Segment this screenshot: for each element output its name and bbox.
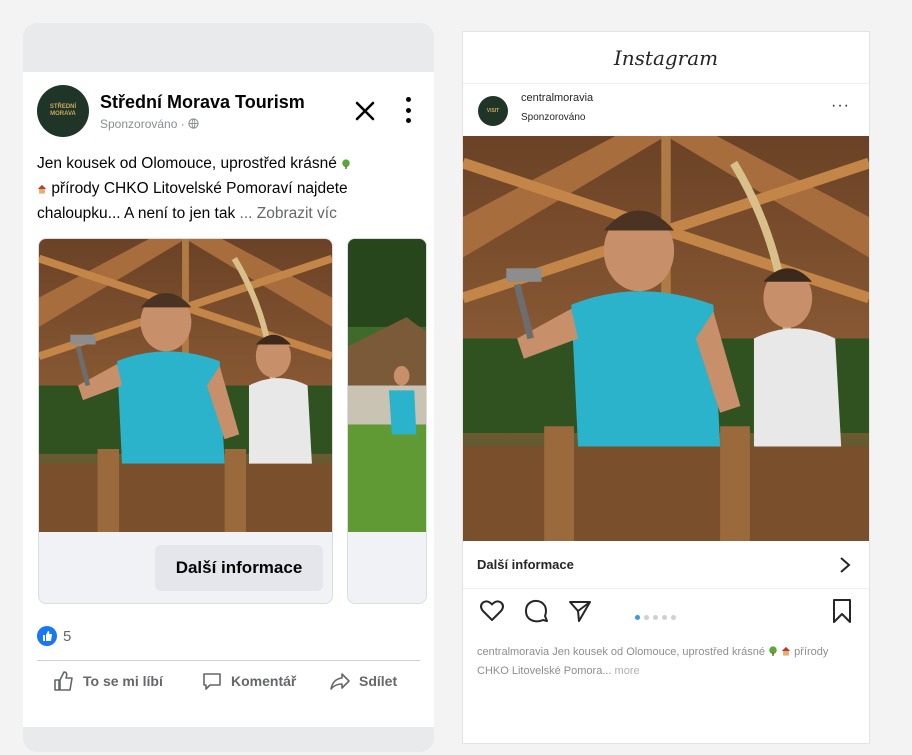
more-options-icon[interactable]: ··· xyxy=(831,97,850,115)
learn-more-button[interactable]: Další informace xyxy=(155,545,323,591)
reactions-count: 5 xyxy=(63,627,72,645)
reactions-summary[interactable]: 5 xyxy=(37,626,71,646)
carousel-card[interactable] xyxy=(347,238,427,604)
tree-emoji-icon xyxy=(342,159,350,169)
like-label: To se mi líbí xyxy=(83,673,163,689)
page-avatar[interactable]: STŘEDNÍ MORAVA xyxy=(37,85,89,137)
carousel-indicator xyxy=(635,615,676,620)
caption-more-link[interactable]: more xyxy=(612,665,640,677)
share-label: Sdílet xyxy=(359,673,398,689)
carousel-dot xyxy=(644,615,649,620)
share-icon xyxy=(330,673,350,690)
carousel-dot xyxy=(662,615,667,620)
more-vertical-icon[interactable] xyxy=(401,94,415,126)
like-button[interactable]: To se mi líbí xyxy=(53,670,163,692)
chevron-right-icon xyxy=(840,557,851,573)
carousel[interactable]: Další informace xyxy=(38,238,434,606)
caption-username[interactable]: centralmoravia xyxy=(477,646,549,658)
like-icon xyxy=(54,671,73,691)
heart-icon[interactable] xyxy=(479,598,505,624)
divider xyxy=(37,660,420,661)
comment-icon xyxy=(203,673,221,690)
instagram-ad-preview: Instagram VISIT centralmoravia Sponzorov… xyxy=(462,31,870,744)
ad-photo xyxy=(348,239,426,532)
share-icon[interactable] xyxy=(567,598,593,624)
carousel-dot xyxy=(671,615,676,620)
avatar-text: VISIT xyxy=(486,108,500,114)
sponsored-label: Sponzorováno xyxy=(521,112,586,123)
see-more-link[interactable]: ... Zobrazit víc xyxy=(240,205,337,222)
learn-more-label: Další informace xyxy=(477,557,574,572)
facebook-post: STŘEDNÍ MORAVA Střední Morava Tourism Sp… xyxy=(23,72,434,727)
post-text: Jen kousek od Olomouce, uprostřed krásné… xyxy=(37,151,417,226)
like-reaction-icon xyxy=(37,626,57,646)
learn-more-bar[interactable]: Další informace xyxy=(463,541,869,589)
globe-icon xyxy=(188,118,199,129)
sponsored-label: Sponzorováno · xyxy=(100,117,199,131)
avatar-text: STŘEDNÍ MORAVA xyxy=(49,104,77,117)
instagram-logo: Instagram xyxy=(463,32,869,84)
account-username[interactable]: centralmoravia xyxy=(521,92,593,104)
share-button[interactable]: Sdílet xyxy=(329,670,397,692)
carousel-dot xyxy=(635,615,640,620)
ad-photo xyxy=(39,239,332,532)
page-name[interactable]: Střední Morava Tourism xyxy=(100,92,305,113)
house-emoji-icon xyxy=(37,184,47,194)
bookmark-icon[interactable] xyxy=(831,598,853,624)
close-icon[interactable] xyxy=(350,96,380,126)
carousel-card[interactable]: Další informace xyxy=(38,238,333,604)
ad-photo xyxy=(463,136,869,541)
comment-button[interactable]: Komentář xyxy=(201,670,296,692)
account-avatar[interactable]: VISIT xyxy=(478,96,508,126)
facebook-ad-preview: STŘEDNÍ MORAVA Střední Morava Tourism Sp… xyxy=(23,23,434,752)
comment-label: Komentář xyxy=(231,673,297,689)
sponsored-text: Sponzorováno · xyxy=(100,117,189,131)
carousel-dot xyxy=(653,615,658,620)
tree-emoji-icon xyxy=(769,646,777,656)
comment-icon[interactable] xyxy=(523,598,549,624)
caption-text: Jen kousek od Olomouce, uprostřed krásné xyxy=(549,646,769,658)
post-text-part: Jen kousek od Olomouce, uprostřed krásné xyxy=(37,155,342,172)
house-emoji-icon xyxy=(781,646,791,656)
caption: centralmoravia Jen kousek od Olomouce, u… xyxy=(477,643,857,681)
